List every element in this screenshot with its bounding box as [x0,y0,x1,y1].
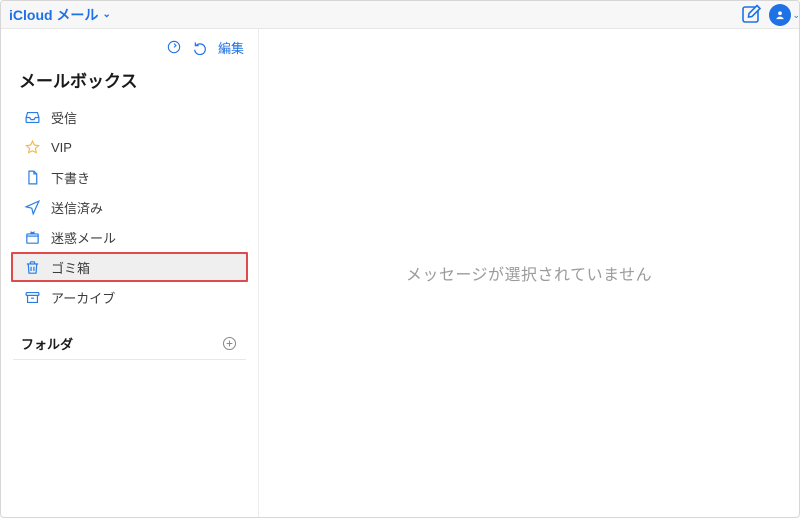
sidebar-item-sent[interactable]: 送信済み [11,192,248,222]
sidebar-item-inbox[interactable]: 受信 [11,102,248,132]
topbar: iCloud メール ⌄ ⌄ [1,1,799,29]
mailbox-list: 受信 VIP 下書き [1,102,258,312]
compose-icon [739,3,763,27]
sidebar: 編集 メールボックス 受信 VIP [1,29,259,517]
junk-icon [23,228,41,246]
sidebar-item-vip[interactable]: VIP [11,132,248,162]
folders-header: フォルダ [13,328,246,360]
undo-icon [192,39,208,55]
sidebar-item-trash[interactable]: ゴミ箱 [11,252,248,282]
sidebar-item-drafts[interactable]: 下書き [11,162,248,192]
trash-icon [23,258,41,276]
send-icon [23,198,41,216]
sidebar-item-label: VIP [51,140,72,155]
app-title-text: iCloud メール [9,5,98,25]
chevron-down-icon: ⌄ [792,10,800,21]
add-folder-button[interactable] [221,335,238,352]
sidebar-item-archive[interactable]: アーカイブ [11,282,248,312]
empty-state-text: メッセージが選択されていません [406,261,652,285]
account-menu[interactable]: ⌄ [769,4,791,26]
sidebar-item-label: ゴミ箱 [51,258,90,277]
sidebar-item-label: 送信済み [51,198,103,217]
sidebar-item-label: 迷惑メール [51,228,116,247]
sidebar-item-label: 下書き [51,168,90,187]
sidebar-item-junk[interactable]: 迷惑メール [11,222,248,252]
message-pane: メッセージが選択されていません [259,29,799,517]
sidebar-item-label: アーカイブ [51,288,115,307]
undo-button[interactable] [192,39,208,55]
sidebar-tools: 編集 [1,33,258,61]
compose-button[interactable] [739,3,763,27]
person-circle-icon [773,8,787,22]
mailboxes-heading: メールボックス [1,61,258,102]
app-window: iCloud メール ⌄ ⌄ [0,0,800,518]
chevron-down-icon: ⌄ [102,9,110,20]
body: 編集 メールボックス 受信 VIP [1,29,799,517]
edit-button[interactable]: 編集 [218,38,244,57]
folders-label: フォルダ [21,334,73,353]
archive-icon [23,288,41,306]
app-title-dropdown[interactable]: iCloud メール ⌄ [9,5,111,25]
plus-circle-icon [221,335,238,352]
folders-section: フォルダ [1,328,258,360]
refresh-circle-icon [166,39,182,55]
sidebar-item-label: 受信 [51,108,77,127]
refresh-button[interactable] [166,39,182,55]
inbox-icon [23,108,41,126]
file-icon [23,168,41,186]
star-icon [23,138,41,156]
